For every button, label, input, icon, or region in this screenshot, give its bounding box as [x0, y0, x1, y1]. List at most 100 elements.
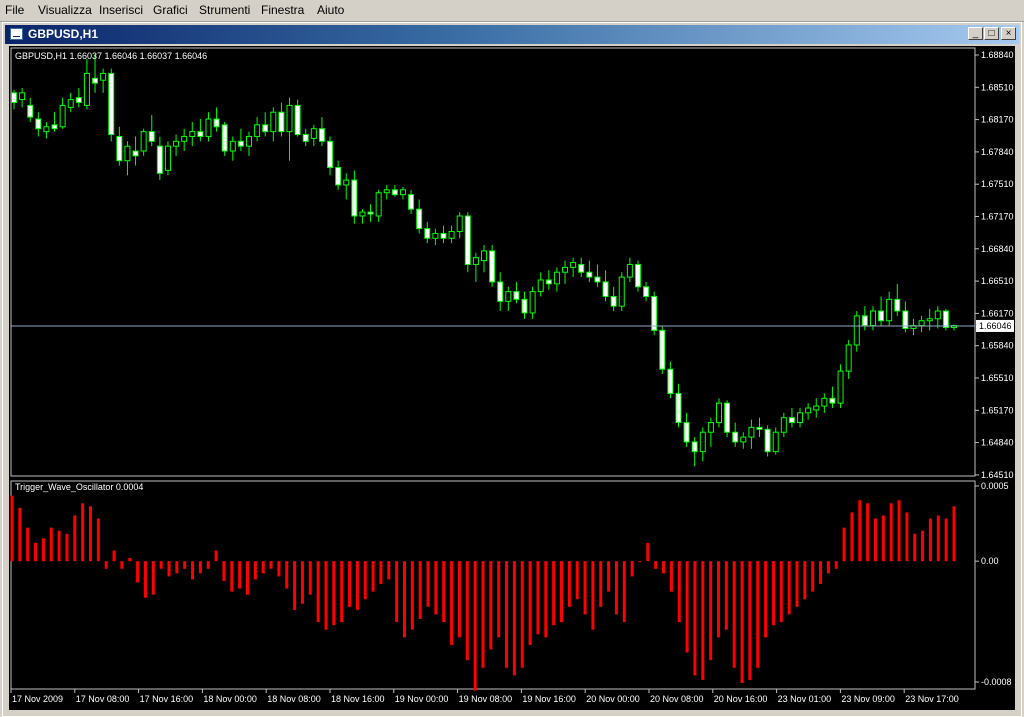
oscillator-bar: [717, 561, 720, 638]
oscillator-bar: [630, 561, 634, 577]
bull-candle: [181, 135, 188, 142]
time-label: 19 Nov 00:00: [395, 694, 449, 704]
bull-candle: [797, 412, 804, 424]
bull-candle: [383, 189, 390, 194]
oscillator-bar: [120, 561, 124, 569]
time-label: 20 Nov 16:00: [714, 694, 768, 704]
bear-candle: [75, 97, 82, 104]
bull-candle: [246, 135, 252, 147]
oscillator-bar: [819, 561, 823, 584]
oscillator-bar: [293, 561, 297, 610]
menu-inserisci[interactable]: Inserisci: [99, 3, 143, 17]
bear-candle: [156, 145, 163, 174]
bull-candle: [837, 370, 844, 404]
bear-candle: [513, 291, 520, 300]
oscillator-bar: [787, 561, 791, 615]
bear-candle: [764, 428, 771, 453]
oscillator-bar: [253, 561, 257, 580]
time-label: 23 Nov 01:00: [778, 694, 832, 704]
oscillator-bar: [536, 561, 540, 635]
menu-strumenti[interactable]: Strumenti: [199, 3, 250, 17]
oscillator-bar: [112, 550, 116, 562]
close-button[interactable]: ×: [1001, 27, 1016, 40]
bull-candle: [845, 344, 852, 372]
oscillator-bar: [614, 561, 618, 615]
oscillator-bar: [928, 518, 932, 562]
bull-candle: [254, 124, 261, 137]
price-label: 1.65510: [981, 373, 1014, 383]
oscillator-bar: [795, 561, 799, 607]
bull-candle: [821, 397, 828, 407]
oscillator-bar: [575, 561, 579, 600]
bull-candle: [505, 291, 512, 302]
menu-aiuto[interactable]: Aiuto: [317, 3, 344, 17]
bear-candle: [634, 263, 641, 288]
menu-visualizza[interactable]: Visualizza: [38, 3, 92, 17]
bear-candle: [416, 208, 423, 230]
bear-candle: [302, 134, 309, 142]
bear-candle: [942, 310, 949, 328]
oscillator-bar: [897, 500, 901, 562]
chart-window-icon: [10, 28, 23, 40]
bear-candle: [51, 124, 58, 130]
bull-candle: [780, 417, 787, 433]
bear-candle: [262, 124, 269, 133]
bull-candle: [67, 99, 74, 108]
bull-candle: [399, 189, 406, 196]
price-label: 1.68170: [981, 115, 1014, 125]
oscillator-bar: [434, 561, 438, 615]
oscillator-bar: [167, 561, 171, 577]
time-label: 23 Nov 09:00: [841, 694, 895, 704]
oscillator-bar: [512, 561, 516, 676]
minimize-button[interactable]: _: [968, 27, 983, 40]
bear-candle: [391, 189, 398, 196]
oscillator-bar: [198, 561, 202, 574]
oscillator-bar: [646, 542, 650, 562]
price-label: 1.66170: [981, 308, 1014, 318]
oscillator-bar: [850, 512, 854, 562]
bull-candle: [805, 407, 812, 414]
oscillator-bar: [669, 561, 673, 592]
time-label: 18 Nov 16:00: [331, 694, 385, 704]
oscillator-bar: [34, 542, 38, 562]
bear-candle: [683, 422, 690, 443]
bear-candle: [732, 431, 739, 443]
bear-candle: [408, 194, 415, 210]
oscillator-bar: [238, 561, 242, 589]
oscillator-bar: [81, 503, 85, 562]
bull-candle: [813, 405, 820, 411]
bull-candle: [310, 128, 317, 139]
chart-area[interactable]: 1.68840 1.68510 1.68170 1.67840 1.67510 1.671…: [9, 46, 1015, 710]
menu-file[interactable]: File: [5, 3, 24, 17]
bull-candle: [189, 131, 196, 137]
bear-candle: [829, 397, 836, 404]
chart-info-label: GBPUSD,H1 1.66037 1.66046 1.66037 1.6604…: [15, 51, 207, 61]
bear-candle: [756, 426, 763, 430]
oscillator-bar: [73, 515, 77, 562]
bear-candle: [148, 131, 155, 142]
indicator-label: Trigger_Wave_Oscillator 0.0004: [15, 482, 143, 492]
oscillator-bar: [206, 561, 210, 569]
bear-candle: [578, 263, 585, 273]
bear-candle: [861, 315, 868, 327]
oscillator-bar: [874, 518, 877, 562]
oscillator-bar: [261, 561, 265, 574]
menu-finestra[interactable]: Finestra: [261, 3, 304, 17]
bull-candle: [100, 72, 107, 81]
bull-candle: [43, 126, 50, 133]
bull-candle: [140, 131, 147, 152]
bear-candle: [878, 310, 885, 322]
chart-canvas[interactable]: 1.68840 1.68510 1.68170 1.67840 1.67510 1.671…: [9, 46, 1015, 710]
window-titlebar[interactable]: GBPUSD,H1 _ □ ×: [5, 25, 1019, 44]
menu-grafici[interactable]: Grafici: [153, 3, 188, 17]
restore-button[interactable]: □: [984, 27, 999, 40]
oscillator-bar: [889, 503, 893, 562]
bear-candle: [788, 417, 795, 424]
time-label: 20 Nov 08:00: [650, 694, 704, 704]
oscillator-bar: [269, 561, 273, 569]
bull-candle: [926, 318, 933, 322]
oscillator-bar: [497, 561, 501, 638]
price-label: 1.65840: [981, 341, 1014, 351]
oscillator-bar: [348, 561, 352, 607]
oscillator-bar: [442, 561, 446, 623]
